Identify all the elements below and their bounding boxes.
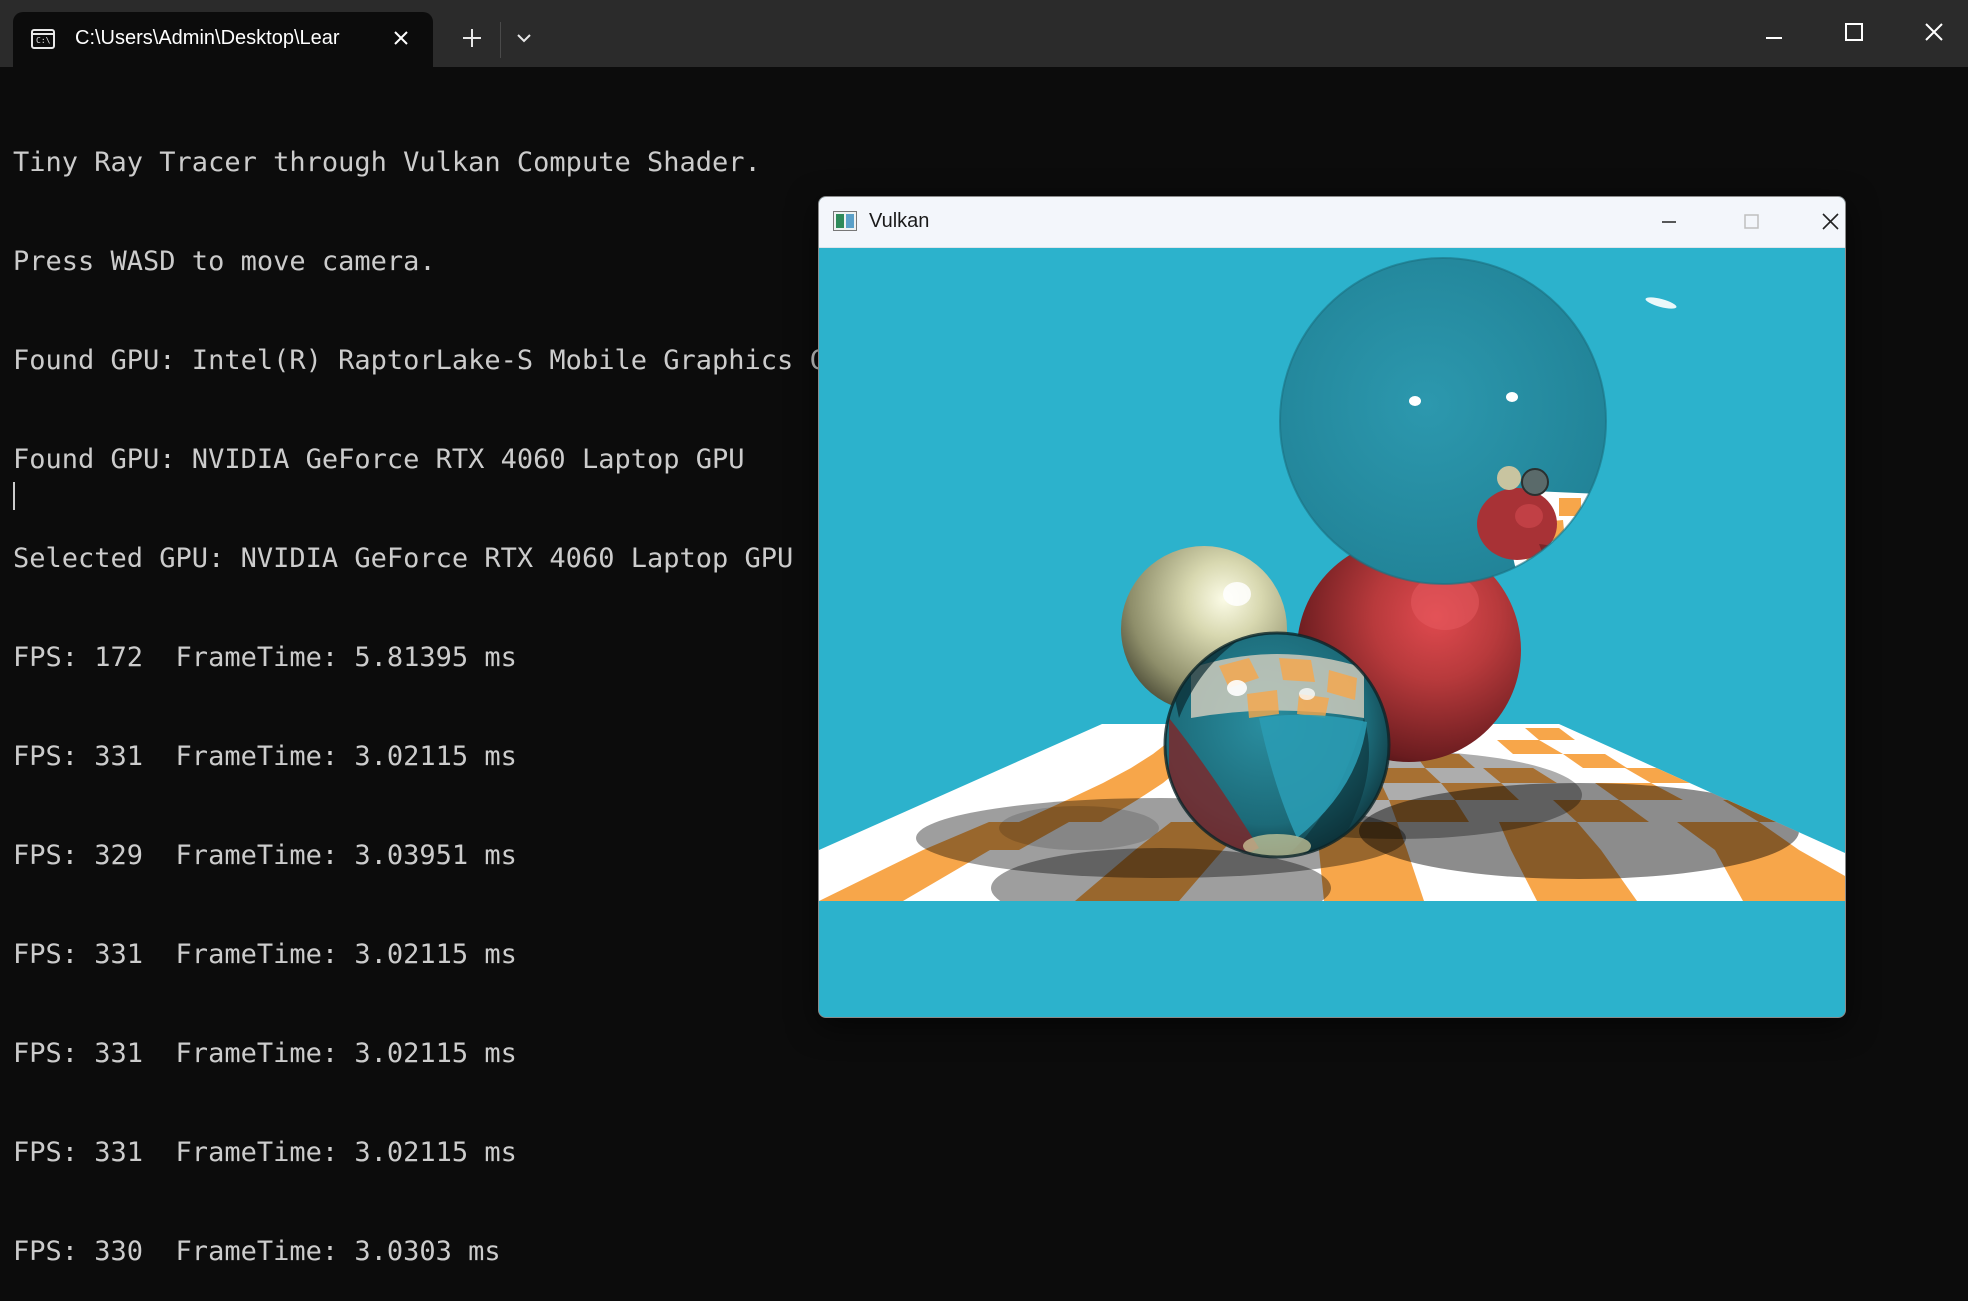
console-line: FPS: 331 FrameTime: 3.02115 ms [13,1137,517,1168]
ray-traced-scene[interactable] [819,248,1845,1017]
console-line: Tiny Ray Tracer through Vulkan Compute S… [13,147,761,178]
plus-icon[interactable] [452,18,492,58]
vulkan-app-icon [833,211,857,231]
vulkan-window[interactable]: Vulkan [818,196,1846,1018]
tab-title: C:\Users\Admin\Desktop\Lear [75,27,340,49]
tab-close-icon[interactable] [385,22,417,54]
vulkan-titlebar[interactable]: Vulkan [819,197,1845,248]
minimize-icon[interactable] [1736,8,1812,58]
minimize-icon[interactable] [1641,202,1697,242]
command-prompt-icon: C:\ [31,29,55,49]
console-line: FPS: 331 FrameTime: 3.02115 ms [13,1038,517,1069]
terminal-titlebar: C:\ C:\Users\Admin\Desktop\Lear [0,0,1968,67]
chevron-down-icon[interactable] [504,18,544,58]
maximize-icon [1744,214,1759,229]
ivory-sphere-highlight [1223,582,1251,606]
terminal-tab[interactable]: C:\ C:\Users\Admin\Desktop\Lear [13,12,433,67]
console-line: FPS: 330 FrameTime: 3.0303 ms [13,1236,501,1267]
command-prompt-icon-text: C:\ [36,36,51,45]
tab-divider [500,22,501,58]
maximize-icon[interactable] [1816,8,1892,58]
vulkan-window-title: Vulkan [869,210,930,232]
close-icon[interactable] [1803,202,1846,242]
close-icon[interactable] [1896,8,1968,58]
text-cursor [13,482,15,510]
